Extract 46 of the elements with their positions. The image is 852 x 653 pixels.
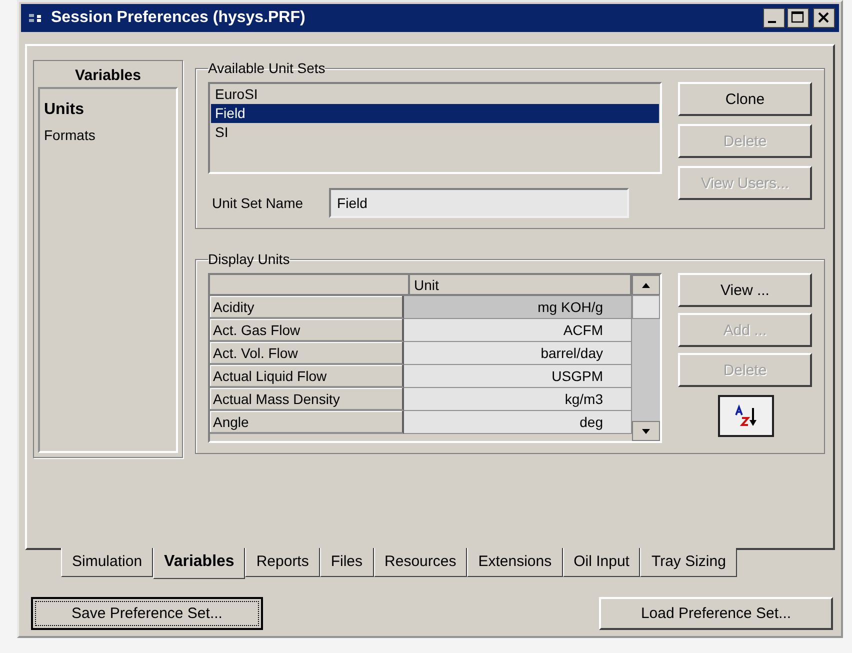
scroll-up-icon[interactable]: [632, 275, 660, 295]
tab[interactable]: Simulation: [61, 548, 154, 577]
table-cell[interactable]: ACFM: [404, 319, 632, 342]
table-cell[interactable]: deg: [404, 411, 632, 434]
sidebar-item[interactable]: Formats: [44, 123, 172, 147]
tab[interactable]: Reports: [245, 548, 320, 577]
column-header: Unit: [410, 275, 632, 296]
group-title: Display Units: [208, 251, 290, 267]
row-header: Actual Mass Density: [210, 388, 404, 411]
row-header: Acidity: [210, 296, 404, 319]
tab[interactable]: Oil Input: [562, 548, 640, 577]
table-cell[interactable]: barrel/day: [404, 342, 632, 365]
list-item[interactable]: Field: [211, 104, 659, 123]
table-cell[interactable]: USGPM: [404, 365, 632, 388]
row-header: Angle: [210, 411, 404, 434]
table-cell[interactable]: kg/m3: [404, 388, 632, 411]
footer-button[interactable]: Load Preference Set...: [599, 597, 833, 630]
action-button[interactable]: View ...: [678, 273, 812, 307]
scroll-down-icon[interactable]: [632, 421, 660, 441]
close-icon[interactable]: [813, 8, 835, 28]
sort-button[interactable]: [718, 395, 774, 437]
scroll-thumb[interactable]: [632, 295, 660, 319]
sidebar-title: Variables: [74, 66, 142, 86]
list-item[interactable]: SI: [211, 123, 659, 142]
action-button[interactable]: Clone: [678, 82, 812, 116]
tab[interactable]: Files: [320, 548, 374, 577]
window-title: Session Preferences (hysys.PRF): [51, 9, 306, 27]
table-cell[interactable]: mg KOH/g: [404, 296, 632, 319]
tab[interactable]: Resources: [374, 548, 468, 577]
tab[interactable]: Variables: [153, 548, 246, 579]
scrollbar[interactable]: [632, 275, 660, 441]
sort-az-icon: [733, 404, 759, 428]
list-item[interactable]: EuroSI: [211, 85, 659, 104]
row-header: Act. Vol. Flow: [210, 342, 404, 365]
group-title: Available Unit Sets: [208, 60, 326, 76]
tab[interactable]: Tray Sizing: [640, 548, 737, 577]
app-icon: [29, 12, 43, 24]
row-header: Actual Liquid Flow: [210, 365, 404, 388]
field-label: Unit Set Name: [212, 195, 304, 211]
footer-button[interactable]: Save Preference Set...: [31, 597, 263, 630]
maximize-icon[interactable]: [787, 8, 809, 28]
minimize-icon[interactable]: [763, 8, 785, 28]
unit-set-name-field[interactable]: Field: [329, 188, 630, 218]
row-header: Act. Gas Flow: [210, 319, 404, 342]
sidebar-item[interactable]: Units: [44, 97, 172, 123]
tab[interactable]: Extensions: [467, 548, 563, 577]
